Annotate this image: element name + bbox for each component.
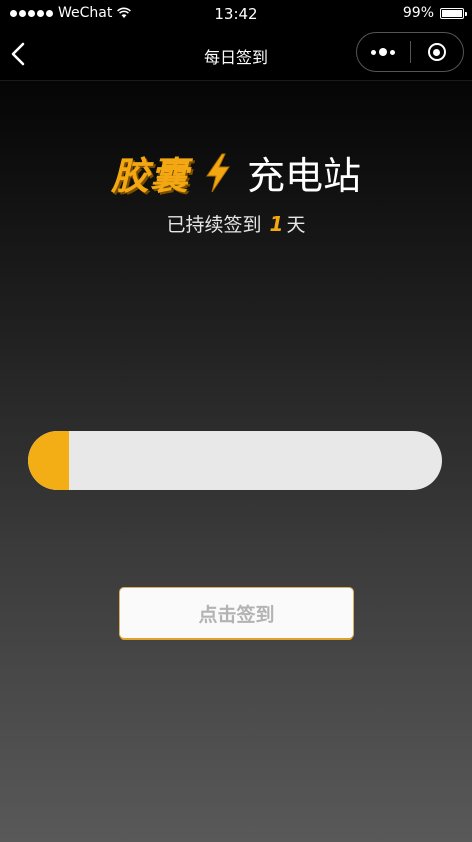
battery-percent: 99% bbox=[402, 5, 434, 21]
battery-icon bbox=[440, 7, 467, 19]
checkin-progress-bar bbox=[28, 431, 442, 490]
nav-bar: 每日签到 bbox=[0, 28, 472, 81]
screen: WeChat 13:42 99% 每日签到 胶囊 充电站 已持续签到 1 天 点… bbox=[0, 0, 472, 842]
streak-days: 1 bbox=[269, 212, 284, 236]
brand-heading: 胶囊 充电站 bbox=[0, 145, 472, 200]
target-circle-icon bbox=[427, 43, 446, 61]
main-content: 胶囊 充电站 已持续签到 1 天 点击签到 bbox=[0, 81, 472, 842]
streak-suffix: 天 bbox=[286, 214, 306, 236]
streak-text: 已持续签到 1 天 bbox=[0, 210, 472, 237]
status-right: 99% bbox=[402, 5, 467, 21]
more-dots-icon bbox=[371, 48, 396, 56]
battery-fill bbox=[442, 9, 462, 17]
status-time: 13:42 bbox=[214, 5, 258, 23]
status-bar: WeChat 13:42 99% bbox=[0, 0, 472, 28]
lightning-bolt-icon bbox=[206, 153, 230, 192]
checkin-button[interactable]: 点击签到 bbox=[120, 588, 353, 638]
streak-prefix: 已持续签到 bbox=[166, 214, 262, 236]
brand-main-text: 充电站 bbox=[247, 154, 362, 198]
mini-program-capsule bbox=[356, 32, 464, 72]
more-button[interactable] bbox=[357, 33, 410, 71]
progress-fill bbox=[28, 431, 70, 490]
brand-accent-text: 胶囊 bbox=[110, 154, 189, 198]
close-button[interactable] bbox=[411, 33, 464, 71]
